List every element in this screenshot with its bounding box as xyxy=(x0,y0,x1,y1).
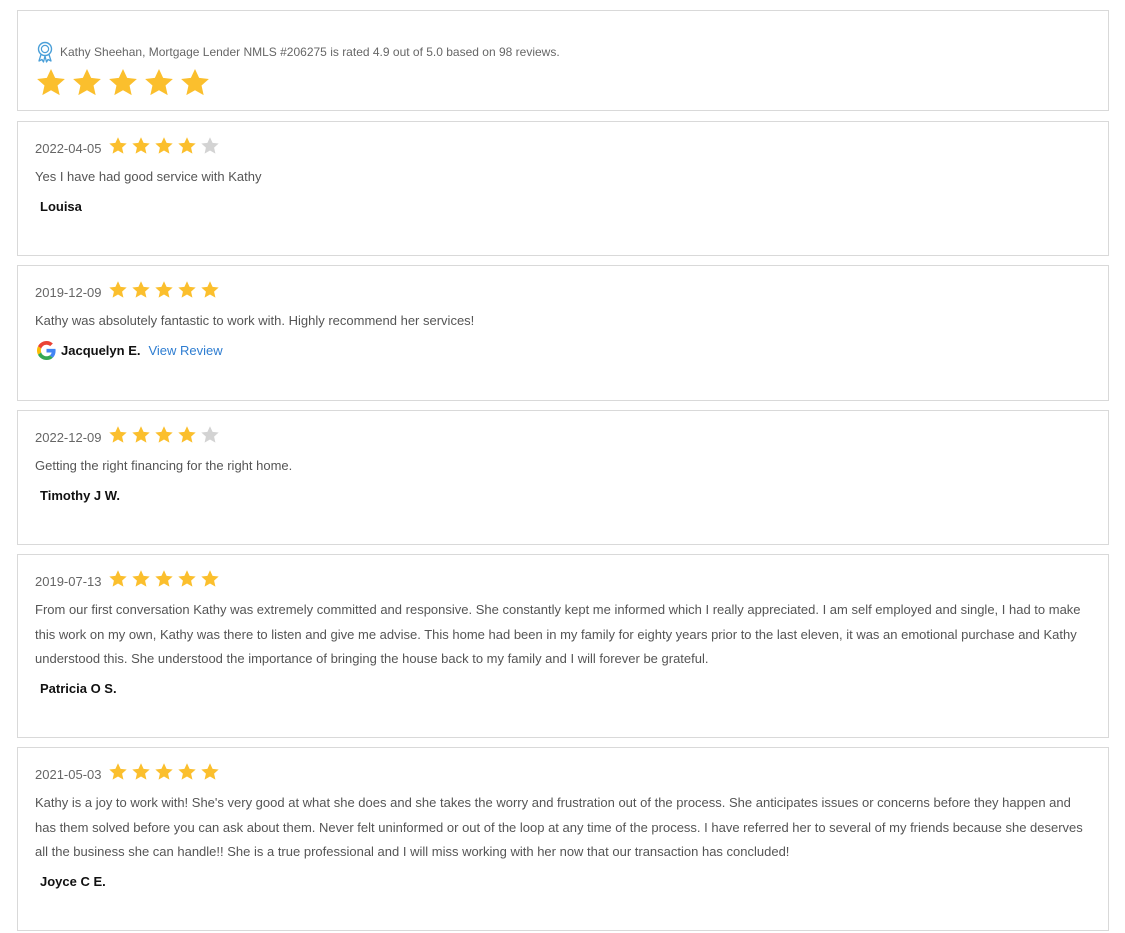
star-filled-icon xyxy=(131,426,150,443)
star-icon xyxy=(37,69,65,96)
star-filled-icon xyxy=(177,426,196,443)
review-date: 2021-05-03 xyxy=(35,766,102,782)
star-filled-icon xyxy=(154,570,173,587)
star-filled-icon xyxy=(108,137,127,154)
review-author: Jacquelyn E. View Review xyxy=(37,341,223,360)
star-filled-icon xyxy=(154,281,173,298)
review-author-name: Timothy J W. xyxy=(40,488,120,503)
star-filled-icon xyxy=(177,137,196,154)
star-filled-icon xyxy=(131,570,150,587)
review-text: Kathy is a joy to work with! She's very … xyxy=(35,795,1083,859)
review-star-rating xyxy=(108,569,220,589)
review-card: 2022-04-05 Yes I have had good service w… xyxy=(17,121,1109,256)
google-icon xyxy=(37,341,56,360)
star-filled-icon xyxy=(154,763,173,780)
star-icon xyxy=(73,69,101,96)
star-icon xyxy=(145,69,173,96)
star-filled-icon xyxy=(200,281,219,298)
star-filled-icon xyxy=(177,763,196,780)
review-card: 2019-07-13 From our first conversation K… xyxy=(17,554,1109,738)
review-star-rating xyxy=(108,136,220,156)
review-author: Joyce C E. xyxy=(40,874,106,889)
star-icon xyxy=(109,69,137,96)
review-text: From our first conversation Kathy was ex… xyxy=(35,602,1081,666)
review-date: 2019-07-13 xyxy=(35,573,102,589)
star-filled-icon xyxy=(200,763,219,780)
star-filled-icon xyxy=(154,137,173,154)
star-icon xyxy=(181,69,209,96)
star-filled-icon xyxy=(108,426,127,443)
review-card: 2022-12-09 Getting the right financing f… xyxy=(17,410,1109,545)
star-filled-icon xyxy=(108,763,127,780)
star-filled-icon xyxy=(131,137,150,154)
star-empty-icon xyxy=(200,137,219,154)
star-filled-icon xyxy=(131,281,150,298)
star-filled-icon xyxy=(131,763,150,780)
review-header: 2022-12-09 xyxy=(35,425,220,445)
review-card: 2021-05-03 Kathy is a joy to work with! … xyxy=(17,747,1109,931)
review-card: 2019-12-09 Kathy was absolutely fantasti… xyxy=(17,265,1109,401)
review-date: 2019-12-09 xyxy=(35,284,102,300)
review-author: Louisa xyxy=(40,199,82,214)
rating-summary-card: Kathy Sheehan, Mortgage Lender NMLS #206… xyxy=(17,10,1109,111)
review-date: 2022-12-09 xyxy=(35,429,102,445)
review-text: Yes I have had good service with Kathy xyxy=(35,169,262,184)
review-date: 2022-04-05 xyxy=(35,140,102,156)
review-author-name: Jacquelyn E. xyxy=(61,343,141,358)
star-filled-icon xyxy=(108,570,127,587)
review-header: 2021-05-03 xyxy=(35,762,220,782)
review-star-rating xyxy=(108,280,220,300)
review-author-name: Joyce C E. xyxy=(40,874,106,889)
review-header: 2019-07-13 xyxy=(35,569,220,589)
star-filled-icon xyxy=(177,281,196,298)
review-header: 2019-12-09 xyxy=(35,280,220,300)
review-star-rating xyxy=(108,762,220,782)
review-text: Getting the right financing for the righ… xyxy=(35,458,293,473)
star-filled-icon xyxy=(200,570,219,587)
star-filled-icon xyxy=(154,426,173,443)
star-filled-icon xyxy=(177,570,196,587)
rating-summary-text: Kathy Sheehan, Mortgage Lender NMLS #206… xyxy=(60,45,560,59)
review-author-name: Patricia O S. xyxy=(40,681,117,696)
review-star-rating xyxy=(108,425,220,445)
rating-summary-line: Kathy Sheehan, Mortgage Lender NMLS #206… xyxy=(35,41,560,63)
review-text: Kathy was absolutely fantastic to work w… xyxy=(35,313,475,328)
star-empty-icon xyxy=(200,426,219,443)
review-author-name: Louisa xyxy=(40,199,82,214)
review-header: 2022-04-05 xyxy=(35,136,220,156)
star-filled-icon xyxy=(108,281,127,298)
award-ribbon-icon xyxy=(35,41,55,63)
review-author: Patricia O S. xyxy=(40,681,117,696)
review-author: Timothy J W. xyxy=(40,488,120,503)
view-review-link[interactable]: View Review xyxy=(148,343,222,358)
overall-star-rating xyxy=(35,67,211,99)
